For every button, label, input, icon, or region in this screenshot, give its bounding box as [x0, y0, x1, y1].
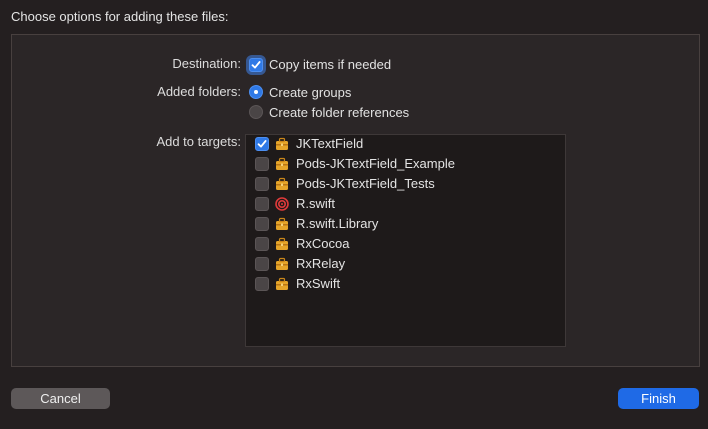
create-folder-references-label[interactable]: Create folder references	[269, 105, 409, 120]
checkmark-icon	[251, 61, 261, 69]
target-checkbox[interactable]	[255, 257, 269, 271]
toolbox-icon	[276, 217, 288, 230]
target-row-rswift[interactable]: R.swift	[246, 194, 565, 214]
target-row-rxswift[interactable]: RxSwift	[246, 274, 565, 294]
target-row-pods-example[interactable]: Pods-JKTextField_Example	[246, 154, 565, 174]
target-name: R.swift	[296, 196, 335, 211]
target-checkbox[interactable]	[255, 217, 269, 231]
target-name: RxCocoa	[296, 236, 350, 251]
target-name: Pods-JKTextField_Example	[296, 156, 455, 171]
target-checkbox[interactable]	[255, 277, 269, 291]
copy-items-checkbox[interactable]	[249, 58, 263, 72]
copy-items-label[interactable]: Copy items if needed	[269, 57, 391, 72]
create-groups-label[interactable]: Create groups	[269, 85, 351, 100]
target-icon	[275, 197, 289, 211]
options-panel: Destination: Copy items if needed Added …	[11, 34, 700, 367]
target-name: R.swift.Library	[296, 216, 379, 231]
added-folders-label: Added folders:	[157, 84, 241, 99]
target-row-jktextfield[interactable]: JKTextField	[246, 134, 565, 154]
target-name: Pods-JKTextField_Tests	[296, 176, 435, 191]
checkmark-icon	[257, 140, 267, 148]
create-folder-references-radio[interactable]	[249, 105, 263, 119]
toolbox-icon	[276, 237, 288, 250]
create-groups-radio[interactable]	[249, 85, 263, 99]
target-checkbox[interactable]	[255, 157, 269, 171]
finish-button[interactable]: Finish	[618, 388, 699, 409]
target-name: JKTextField	[296, 136, 364, 151]
target-row-pods-tests[interactable]: Pods-JKTextField_Tests	[246, 174, 565, 194]
target-name: RxRelay	[296, 256, 346, 271]
toolbox-icon	[276, 157, 288, 170]
toolbox-icon	[276, 177, 288, 190]
destination-label: Destination:	[172, 56, 241, 71]
target-row-rxrelay[interactable]: RxRelay	[246, 254, 565, 274]
cancel-button[interactable]: Cancel	[11, 388, 110, 409]
dialog-title: Choose options for adding these files:	[11, 9, 229, 24]
target-row-rswift-library[interactable]: R.swift.Library	[246, 214, 565, 234]
target-checkbox[interactable]	[255, 197, 269, 211]
target-name: RxSwift	[296, 276, 341, 291]
targets-list[interactable]: JKTextField Pods-JKTextField_Example Pod…	[245, 134, 566, 347]
add-to-targets-label: Add to targets:	[156, 134, 241, 149]
target-row-rxcocoa[interactable]: RxCocoa	[246, 234, 565, 254]
target-checkbox[interactable]	[255, 177, 269, 191]
toolbox-icon	[276, 277, 288, 290]
toolbox-icon	[276, 137, 288, 150]
toolbox-icon	[276, 257, 288, 270]
target-checkbox[interactable]	[255, 137, 269, 151]
target-checkbox[interactable]	[255, 237, 269, 251]
